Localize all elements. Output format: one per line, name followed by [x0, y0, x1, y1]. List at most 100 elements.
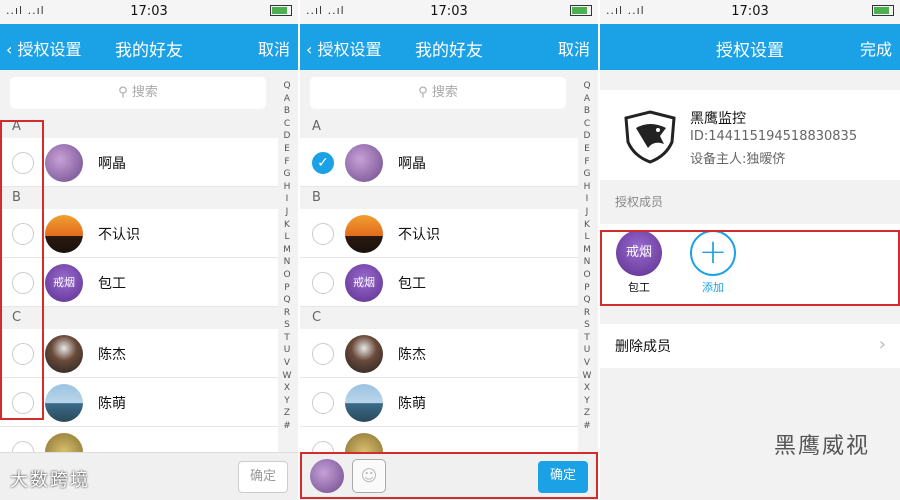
alphabet-index[interactable]: Q A B C D E F G H I J K L M N O P Q R S T U V W X Y Z #: [280, 80, 294, 433]
index-letter[interactable]: H: [580, 181, 594, 194]
checkbox[interactable]: [12, 343, 34, 365]
friend-row[interactable]: 陈杰: [300, 329, 578, 378]
index-letter[interactable]: Y: [280, 395, 294, 408]
index-letter[interactable]: D: [280, 130, 294, 143]
index-letter[interactable]: W: [580, 370, 594, 383]
section-header: B: [300, 187, 598, 209]
index-letter[interactable]: N: [580, 256, 594, 269]
index-letter[interactable]: U: [580, 344, 594, 357]
index-letter[interactable]: T: [280, 332, 294, 345]
index-letter[interactable]: M: [580, 244, 594, 257]
index-letter[interactable]: L: [280, 231, 294, 244]
members-list: 戒烟 包工 + 添加: [600, 224, 900, 304]
checkbox[interactable]: [12, 392, 34, 414]
index-letter[interactable]: I: [280, 193, 294, 206]
index-letter[interactable]: U: [280, 344, 294, 357]
index-letter[interactable]: S: [280, 319, 294, 332]
index-letter[interactable]: Z: [580, 407, 594, 420]
index-letter[interactable]: Q: [280, 80, 294, 93]
checkbox[interactable]: [312, 272, 334, 294]
confirm-button[interactable]: 确定: [238, 461, 288, 493]
index-letter[interactable]: E: [280, 143, 294, 156]
index-letter[interactable]: C: [280, 118, 294, 131]
checkbox[interactable]: [12, 223, 34, 245]
index-letter[interactable]: A: [280, 93, 294, 106]
index-letter[interactable]: K: [280, 219, 294, 232]
friend-name: 包工: [98, 276, 126, 292]
index-letter[interactable]: B: [580, 105, 594, 118]
plus-icon: +: [690, 230, 736, 276]
cancel-button[interactable]: 取消: [558, 36, 590, 60]
index-letter[interactable]: W: [280, 370, 294, 383]
index-letter[interactable]: C: [580, 118, 594, 131]
friend-row[interactable]: 啊晶: [0, 138, 278, 187]
checkbox[interactable]: [312, 343, 334, 365]
friend-row[interactable]: 戒烟 包工: [0, 258, 278, 307]
friend-row[interactable]: 陈萌: [300, 378, 578, 427]
index-letter[interactable]: R: [580, 307, 594, 320]
search-input[interactable]: ⚲ 搜索: [310, 77, 566, 109]
index-letter[interactable]: Y: [580, 395, 594, 408]
index-letter[interactable]: K: [580, 219, 594, 232]
friend-row[interactable]: ✓ 啊晶: [300, 138, 578, 187]
friend-row[interactable]: 不认识: [0, 209, 278, 258]
done-button[interactable]: 完成: [860, 36, 892, 60]
section-header: A: [300, 116, 598, 138]
checkbox-checked[interactable]: ✓: [312, 152, 334, 174]
index-letter[interactable]: #: [280, 420, 294, 433]
member-item[interactable]: 戒烟 包工: [614, 230, 664, 295]
index-letter[interactable]: G: [580, 168, 594, 181]
friend-row[interactable]: 陈萌: [0, 378, 278, 427]
index-letter[interactable]: S: [580, 319, 594, 332]
index-letter[interactable]: O: [580, 269, 594, 282]
index-letter[interactable]: X: [580, 382, 594, 395]
index-letter[interactable]: M: [280, 244, 294, 257]
avatar: [45, 335, 83, 373]
friend-row[interactable]: 陈杰: [0, 329, 278, 378]
index-letter[interactable]: J: [280, 206, 294, 219]
confirm-button[interactable]: 确定: [538, 461, 588, 493]
index-letter[interactable]: V: [280, 357, 294, 370]
index-letter[interactable]: T: [580, 332, 594, 345]
index-letter[interactable]: X: [280, 382, 294, 395]
delete-member-row[interactable]: 删除成员 ›: [600, 324, 900, 368]
index-letter[interactable]: I: [580, 193, 594, 206]
index-letter[interactable]: N: [280, 256, 294, 269]
index-letter[interactable]: J: [580, 206, 594, 219]
index-letter[interactable]: L: [580, 231, 594, 244]
page-title: 授权设置: [716, 41, 784, 61]
index-letter[interactable]: P: [580, 282, 594, 295]
checkbox[interactable]: [12, 272, 34, 294]
friend-name: 陈杰: [398, 347, 426, 363]
checkbox[interactable]: [12, 152, 34, 174]
index-letter[interactable]: G: [280, 168, 294, 181]
index-letter[interactable]: R: [280, 307, 294, 320]
index-letter[interactable]: P: [280, 282, 294, 295]
alphabet-index[interactable]: Q A B C D E F G H I J K L M N O P Q R S T U V W X Y Z #: [580, 80, 594, 433]
checkbox[interactable]: [312, 223, 334, 245]
index-letter[interactable]: F: [580, 156, 594, 169]
index-letter[interactable]: Q: [580, 80, 594, 93]
index-letter[interactable]: O: [280, 269, 294, 282]
index-letter[interactable]: E: [580, 143, 594, 156]
checkbox[interactable]: [312, 392, 334, 414]
index-letter[interactable]: A: [580, 93, 594, 106]
friend-row[interactable]: 戒烟 包工: [300, 258, 578, 307]
index-letter[interactable]: D: [580, 130, 594, 143]
cancel-button[interactable]: 取消: [258, 36, 290, 60]
selected-avatar[interactable]: [310, 459, 344, 493]
search-input[interactable]: ⚲ 搜索: [10, 77, 266, 109]
index-letter[interactable]: Z: [280, 407, 294, 420]
index-letter[interactable]: H: [280, 181, 294, 194]
index-letter[interactable]: Q: [280, 294, 294, 307]
back-button[interactable]: ‹ 授权设置: [306, 36, 382, 60]
add-member-button[interactable]: + 添加: [688, 230, 738, 295]
back-button[interactable]: ‹ 授权设置: [6, 36, 82, 60]
index-letter[interactable]: F: [280, 156, 294, 169]
watermark: 大数跨境: [10, 470, 90, 491]
index-letter[interactable]: B: [280, 105, 294, 118]
friend-row[interactable]: 不认识: [300, 209, 578, 258]
index-letter[interactable]: V: [580, 357, 594, 370]
index-letter[interactable]: #: [580, 420, 594, 433]
index-letter[interactable]: Q: [580, 294, 594, 307]
